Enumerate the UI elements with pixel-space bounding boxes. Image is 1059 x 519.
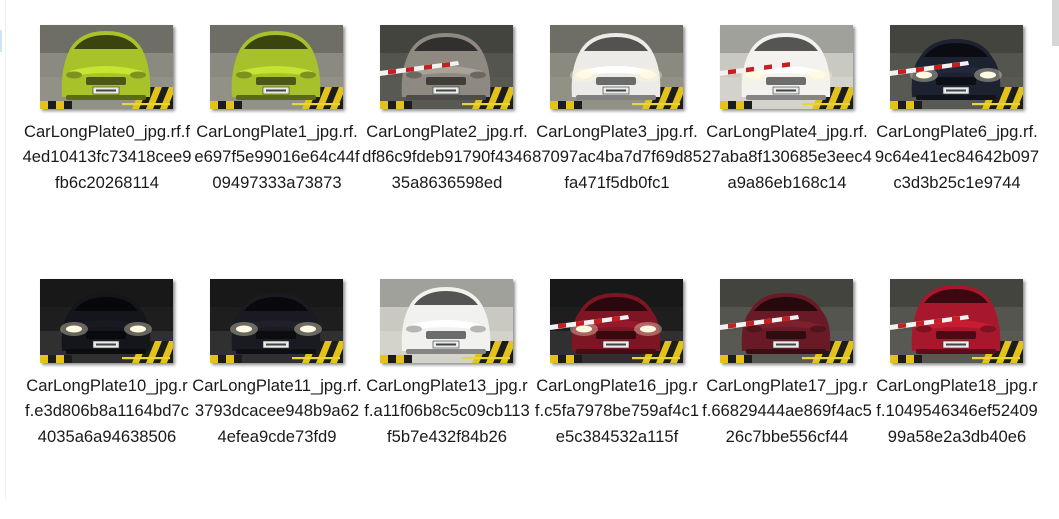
file-name-label[interactable]: CarLongPlate1_jpg.rf.e697f5e99016e64c44f… [192,119,362,195]
vertical-scrollbar[interactable] [1051,0,1059,499]
file-item[interactable]: CarLongPlate11_jpg.rf.3793dcacee948b9a62… [192,279,380,519]
file-name-label[interactable]: CarLongPlate0_jpg.rf.f4ed10413fc73418cee… [22,119,192,195]
file-thumbnail[interactable] [720,279,853,363]
file-item[interactable]: CarLongPlate2_jpg.rf.df86c9fdeb91790f434… [362,25,550,265]
file-name-label[interactable]: CarLongPlate6_jpg.rf.9c64e41ec84642b097c… [872,119,1042,195]
car-photo [40,279,173,363]
car-photo [550,25,683,109]
file-thumbnail[interactable] [550,25,683,109]
file-thumbnail[interactable] [40,25,173,109]
car-photo [380,279,513,363]
file-thumbnail[interactable] [890,25,1023,109]
car-photo [890,25,1023,109]
car-photo [550,279,683,363]
file-item[interactable]: CarLongPlate13_jpg.rf.a11f06b8c5c09cb113… [364,279,550,519]
file-name-label[interactable]: CarLongPlate4_jpg.rf.27aba8f130685e3eec4… [702,119,872,195]
file-thumbnail[interactable] [210,25,343,109]
file-item[interactable]: CarLongPlate17_jpg.rf.66829444ae869f4ac5… [702,279,890,519]
file-thumbnail[interactable] [720,25,853,109]
file-item[interactable]: CarLongPlate4_jpg.rf.27aba8f130685e3eec4… [702,25,890,265]
car-photo [40,25,173,109]
file-name-label[interactable]: CarLongPlate10_jpg.rf.e3d806b8a1164bd7c4… [22,373,192,449]
file-name-label[interactable]: CarLongPlate18_jpg.rf.1049546346ef524099… [872,373,1042,449]
file-thumbnail[interactable] [890,279,1023,363]
file-item[interactable]: CarLongPlate16_jpg.rf.c5fa7978be759af4c1… [535,279,720,519]
car-photo [720,25,853,109]
car-photo [380,25,513,109]
file-name-label[interactable]: CarLongPlate2_jpg.rf.df86c9fdeb91790f434… [362,119,532,195]
file-name-label[interactable]: CarLongPlate11_jpg.rf.3793dcacee948b9a62… [192,373,362,449]
car-photo [720,279,853,363]
file-item[interactable]: CarLongPlate1_jpg.rf.e697f5e99016e64c44f… [194,25,380,265]
file-name-label[interactable]: CarLongPlate16_jpg.rf.c5fa7978be759af4c1… [532,373,702,449]
car-photo [210,25,343,109]
file-name-label[interactable]: CarLongPlate13_jpg.rf.a11f06b8c5c09cb113… [362,373,532,449]
file-name-label[interactable]: CarLongPlate3_jpg.rf.87097ac4ba7d7f69d85… [532,119,702,195]
file-item[interactable]: CarLongPlate10_jpg.rf.e3d806b8a1164bd7c4… [25,279,210,519]
file-item[interactable]: CarLongPlate6_jpg.rf.9c64e41ec84642b097c… [875,25,1059,265]
scrollbar-thumb[interactable] [1052,0,1059,46]
file-name-label[interactable]: CarLongPlate17_jpg.rf.66829444ae869f4ac5… [702,373,872,449]
file-thumbnail[interactable] [40,279,173,363]
file-item[interactable]: CarLongPlate3_jpg.rf.87097ac4ba7d7f69d85… [532,25,720,265]
file-thumbnail[interactable] [380,279,513,363]
car-photo [890,279,1023,363]
file-item[interactable]: CarLongPlate0_jpg.rf.f4ed10413fc73418cee… [23,25,210,265]
car-photo [210,279,343,363]
file-grid: CarLongPlate0_jpg.rf.f4ed10413fc73418cee… [0,0,1050,499]
file-thumbnail[interactable] [380,25,513,109]
file-thumbnail[interactable] [550,279,683,363]
file-item[interactable]: CarLongPlate18_jpg.rf.1049546346ef524099… [876,279,1059,519]
file-thumbnail[interactable] [210,279,343,363]
